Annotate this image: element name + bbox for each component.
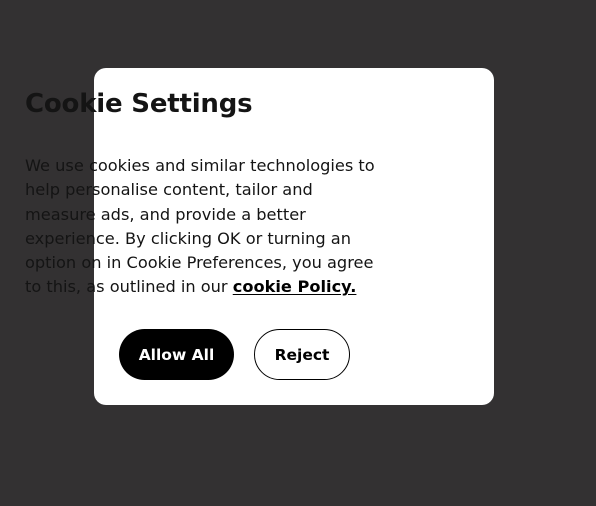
dialog-description: We use cookies and similar technologies … bbox=[25, 154, 385, 300]
allow-all-button[interactable]: Allow All bbox=[119, 329, 234, 380]
cookie-policy-link[interactable]: cookie Policy. bbox=[233, 277, 357, 296]
reject-button[interactable]: Reject bbox=[254, 329, 350, 380]
dialog-description-text: We use cookies and similar technologies … bbox=[25, 156, 375, 297]
dialog-title: Cookie Settings bbox=[25, 89, 253, 119]
